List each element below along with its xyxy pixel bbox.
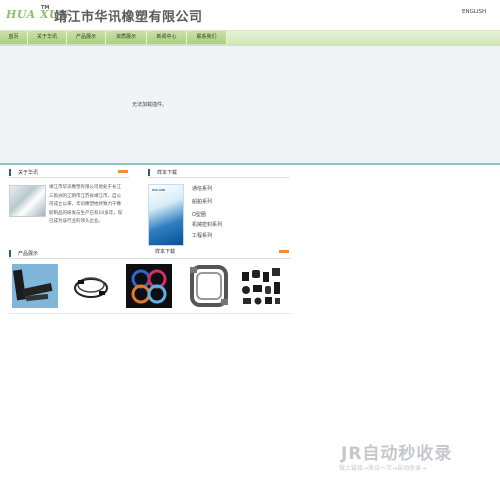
series-link-engineering[interactable]: 工程系列 [192,232,212,239]
nav-news[interactable]: 新闻中心 [147,31,187,44]
about-title-marker [9,169,11,176]
section-divider [0,163,500,165]
series-link-mech-seal[interactable]: 机械密封系列 [192,221,222,228]
product-image-cable-ring[interactable] [68,264,114,308]
product-image-rubber-strip[interactable] [12,264,58,308]
product-image-rubber-parts[interactable] [238,264,284,308]
sample-download-link[interactable]: 样本下载 [155,248,175,255]
company-name: 靖江市华讯橡塑有限公司 [54,10,203,25]
nav-products[interactable]: 产品展示 [67,31,106,44]
about-text: 靖江市华讯橡塑有限公司地处于长江三角洲的江阴市江苏省靖江市，自公司成立以来，华讯… [49,185,123,224]
nav-qualifications[interactable]: 资质展示 [106,31,147,44]
products-title-marker [9,250,11,257]
nav-contact[interactable]: 联系我们 [187,31,227,44]
sample-cover-brand: HUA XUN [152,189,165,192]
samples-title-marker [148,169,150,176]
watermark-logo: JR自动秒收录 [341,444,453,464]
sample-catalog-cover[interactable] [148,184,184,246]
about-image [9,185,46,217]
products-title-underline [9,258,291,259]
english-link[interactable]: ENGLISH [462,9,486,15]
products-more-button[interactable] [279,250,289,253]
product-image-seal-frame[interactable] [186,264,232,308]
logo-trademark: TM [41,5,50,11]
samples-title-underline [148,177,290,178]
about-title-underline [9,177,129,178]
about-title: 关于华讯 [18,170,39,176]
product-image-o-rings[interactable] [126,264,172,308]
nav-home[interactable]: 首页 [0,31,28,44]
samples-title: 样本下载 [157,170,178,176]
series-link-marine[interactable]: 船舶系列 [192,198,212,205]
plugin-area [0,46,500,163]
plugin-message: 无法加载插件。 [132,102,168,108]
series-link-telecom[interactable]: 通信系列 [192,185,212,192]
series-link-o-ring[interactable]: O型圈 [192,211,206,218]
about-more-button[interactable] [118,170,128,173]
watermark-slogan: 做上链接→来访一次→自动收录→ [339,465,427,472]
products-title: 产品展示 [18,251,39,257]
nav-about[interactable]: 关于华讯 [28,31,67,44]
content-bottom-divider [9,313,291,314]
